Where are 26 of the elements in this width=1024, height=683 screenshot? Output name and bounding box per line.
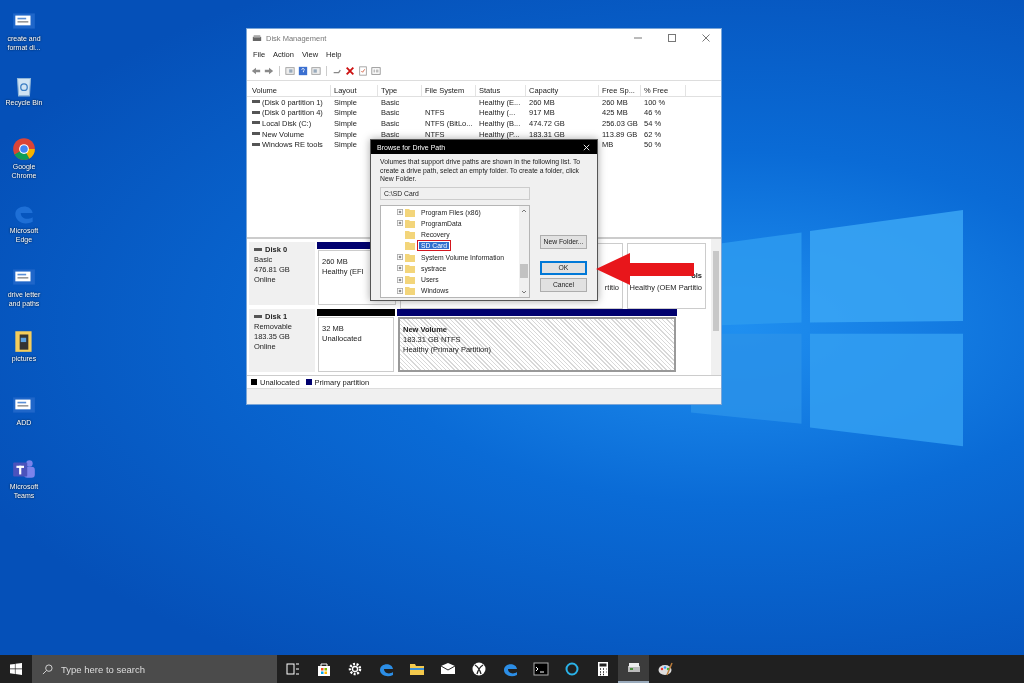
expand-icon[interactable] (397, 209, 403, 216)
disk-drive-icon[interactable] (618, 655, 649, 683)
scroll-thumb[interactable] (520, 264, 528, 278)
browser-icon[interactable] (11, 136, 37, 162)
maximize-icon[interactable] (667, 33, 677, 43)
delete-icon[interactable] (345, 66, 355, 76)
scrollbar[interactable] (519, 205, 529, 297)
pane-icon[interactable] (311, 66, 321, 76)
search-box[interactable]: Type here to search (32, 655, 277, 683)
start-icon[interactable] (10, 663, 22, 675)
properties-icon[interactable] (371, 66, 381, 76)
disk-drive-icon (252, 33, 262, 43)
scroll-down-icon[interactable] (521, 289, 527, 294)
expand-icon[interactable] (397, 254, 403, 261)
scroll-up-icon[interactable] (521, 208, 527, 213)
checklist-icon[interactable] (358, 66, 368, 76)
forward-arrow-icon[interactable] (264, 66, 274, 76)
expand-icon[interactable] (397, 265, 403, 272)
expand-icon[interactable] (397, 287, 403, 294)
back-arrow-icon[interactable] (251, 66, 261, 76)
help-icon[interactable] (298, 66, 308, 76)
pane-icon[interactable] (285, 66, 295, 76)
expand-icon[interactable] (397, 220, 403, 227)
scrollbar[interactable] (711, 239, 721, 375)
expand-icon[interactable] (397, 276, 403, 283)
search-icon (42, 663, 53, 675)
